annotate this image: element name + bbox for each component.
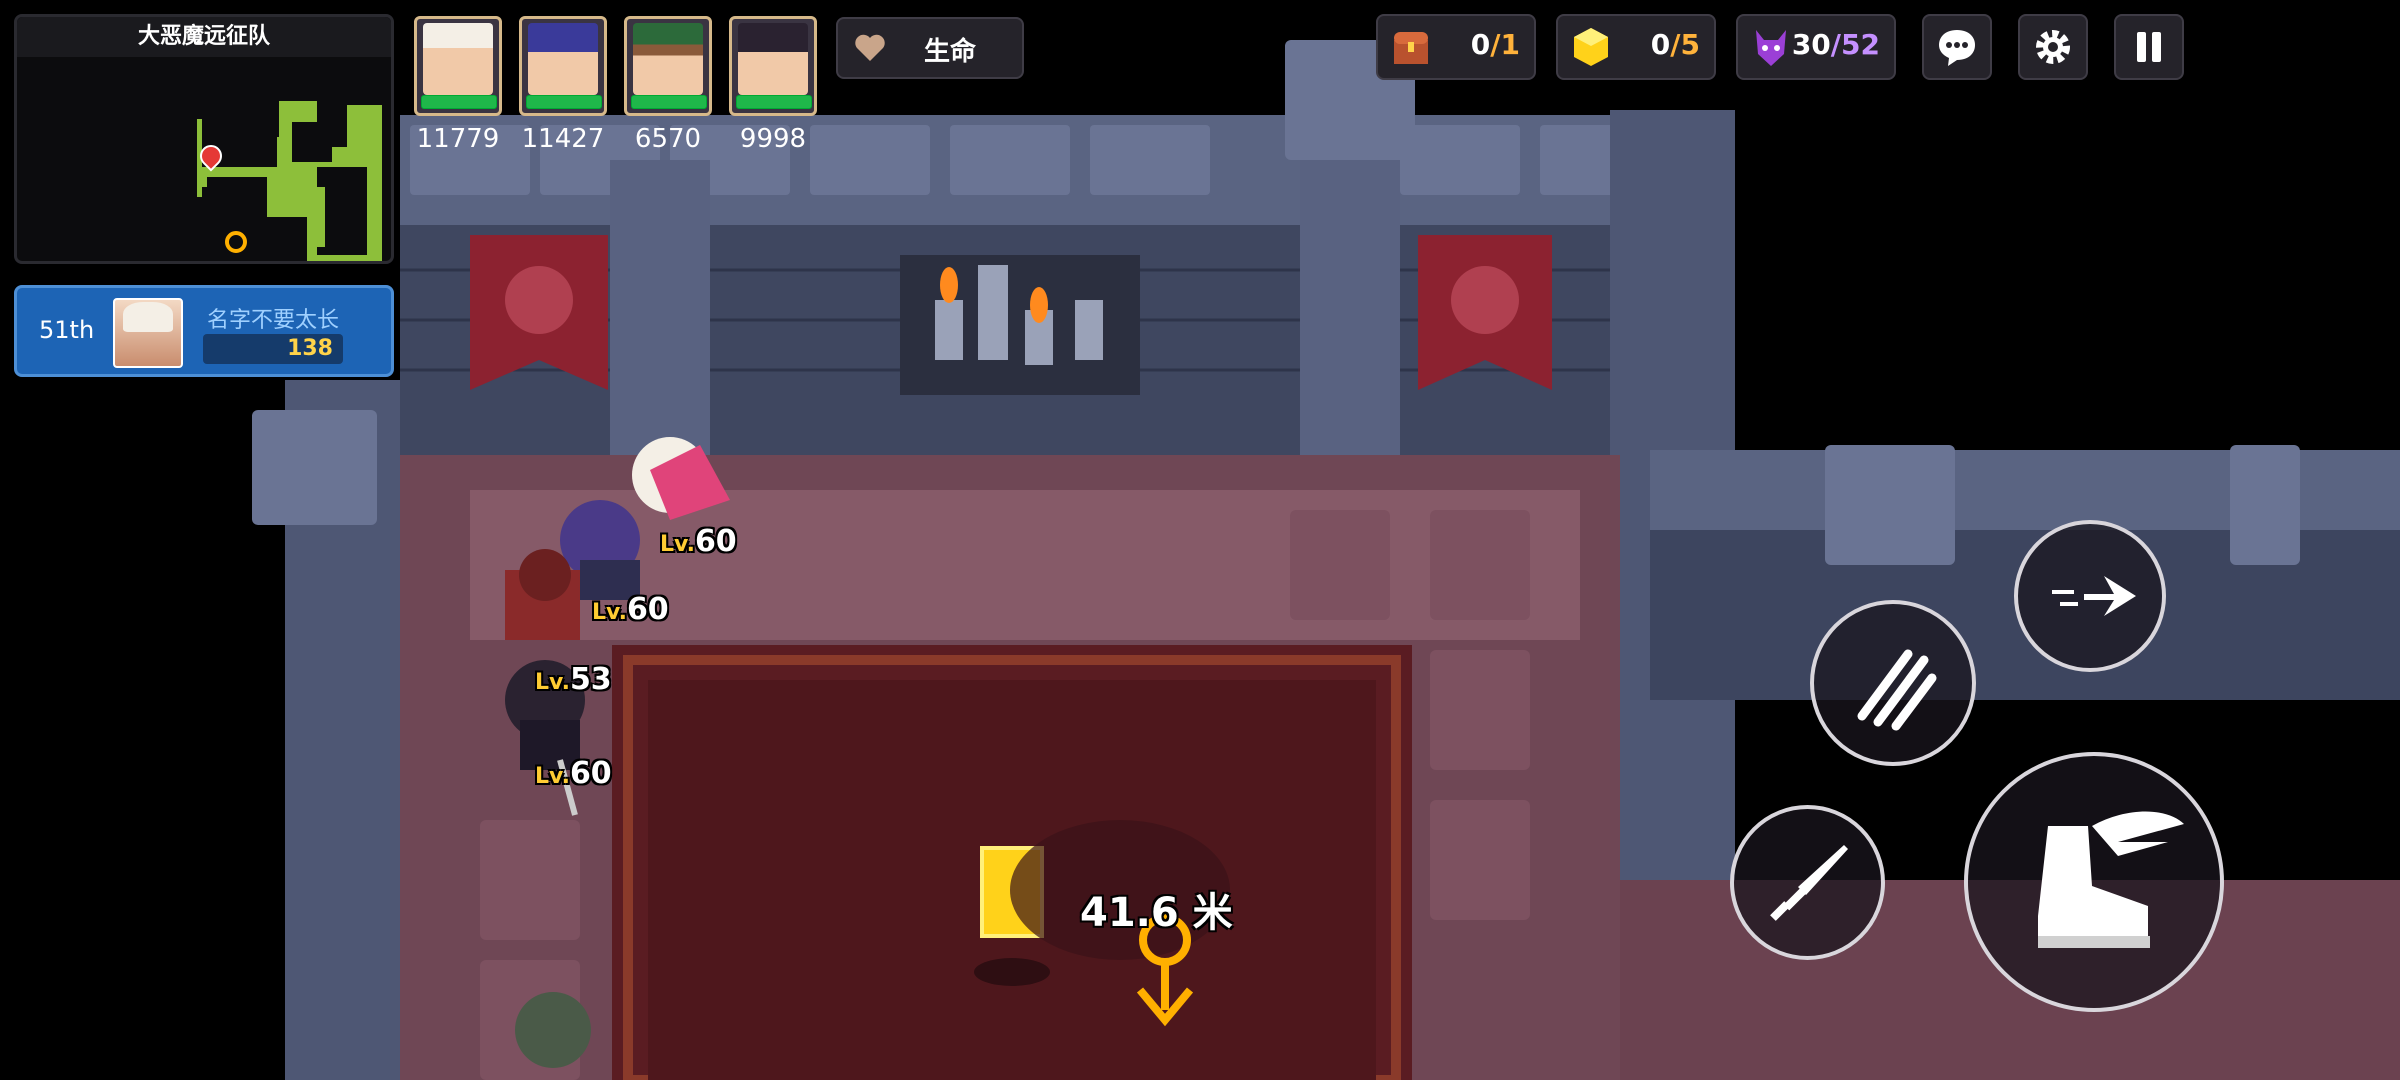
move-button[interactable] bbox=[1964, 752, 2224, 1012]
hero-power-3: 6570 bbox=[634, 124, 702, 154]
chat-button[interactable] bbox=[1922, 14, 1992, 80]
player-score: 138 bbox=[287, 336, 333, 361]
monster-count: 30/52 bbox=[1791, 28, 1880, 61]
life-label: 生命 bbox=[924, 37, 977, 67]
hero-hp-bar bbox=[421, 95, 497, 109]
settings-button[interactable] bbox=[2018, 14, 2088, 80]
life-button[interactable]: 生命 bbox=[836, 17, 1024, 79]
pause-icon bbox=[2137, 32, 2161, 62]
gold-cube-counter: 0/5 bbox=[1556, 14, 1716, 80]
minimap-title: 大恶魔远征队 bbox=[17, 17, 391, 57]
hero-hp-bar bbox=[631, 95, 707, 109]
gear-icon bbox=[2036, 30, 2070, 64]
hero-card-4[interactable] bbox=[729, 16, 817, 116]
chat-icon bbox=[1939, 30, 1975, 66]
dash-button[interactable] bbox=[2014, 520, 2166, 672]
objective-distance: 41.6 米 bbox=[1080, 890, 1233, 936]
chest-count: 0/1 bbox=[1470, 28, 1520, 61]
score-box: 138 bbox=[203, 334, 343, 364]
sword-attack-icon bbox=[1770, 845, 1848, 921]
avatar bbox=[113, 298, 183, 368]
claw-skill-button[interactable] bbox=[1810, 600, 1976, 766]
attack-button[interactable] bbox=[1730, 805, 1885, 960]
hero-card-2[interactable] bbox=[519, 16, 607, 116]
hero-portrait bbox=[633, 23, 703, 95]
player-name: 名字不要太长 bbox=[207, 308, 340, 333]
hero-level-label-2: Lv.60 bbox=[592, 592, 669, 627]
hero-power-4: 9998 bbox=[739, 124, 807, 154]
monster-counter: 30/52 bbox=[1736, 14, 1896, 80]
ranking-position: 51th bbox=[39, 316, 95, 344]
gold-cube-count: 0/5 bbox=[1650, 28, 1700, 61]
claw-skill-icon bbox=[1857, 649, 1937, 731]
hero-level-label-4: Lv.60 bbox=[535, 756, 612, 791]
heart-icon bbox=[855, 34, 885, 61]
hero-level-label-1: Lv.60 bbox=[660, 524, 737, 559]
hero-power-2: 11427 bbox=[521, 124, 605, 154]
hero-level-label-3: Lv.53 bbox=[535, 662, 612, 697]
winged-boot-icon bbox=[2038, 811, 2184, 948]
demon-icon bbox=[1756, 30, 1786, 66]
hero-portrait bbox=[423, 23, 493, 95]
treasure-chest-icon bbox=[1394, 32, 1428, 64]
objective-marker-icon bbox=[225, 231, 247, 253]
hero-portrait bbox=[528, 23, 598, 95]
hero-hp-bar bbox=[736, 95, 812, 109]
pause-button[interactable] bbox=[2114, 14, 2184, 80]
minimap[interactable]: 大恶魔远征队 bbox=[14, 14, 394, 264]
gold-cube-icon bbox=[1574, 28, 1608, 66]
hero-card-1[interactable] bbox=[414, 16, 502, 116]
hero-hp-bar bbox=[526, 95, 602, 109]
ranking-panel[interactable]: 51th 名字不要太长 138 bbox=[14, 285, 394, 377]
dash-arrow-icon bbox=[2052, 576, 2136, 616]
hero-power-1: 11779 bbox=[416, 124, 500, 154]
hero-card-3[interactable] bbox=[624, 16, 712, 116]
chest-counter: 0/1 bbox=[1376, 14, 1536, 80]
hero-portrait bbox=[738, 23, 808, 95]
